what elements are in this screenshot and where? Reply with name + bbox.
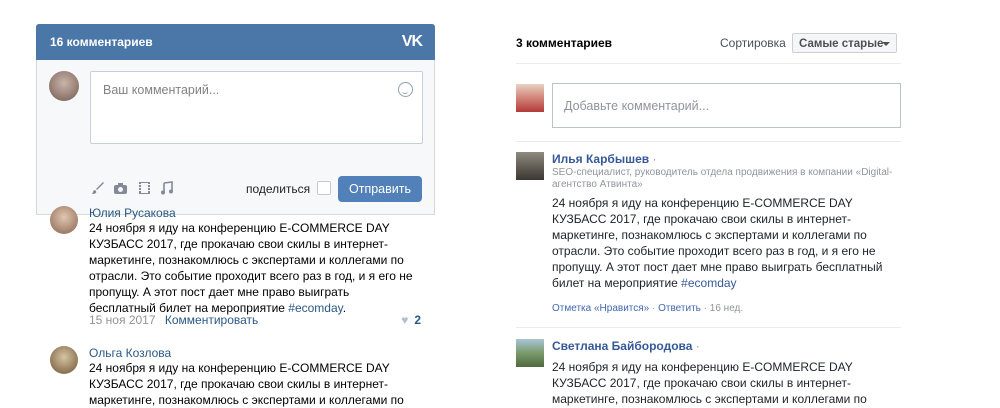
reply-link[interactable]: Комментировать: [165, 313, 258, 327]
avatar[interactable]: [50, 206, 78, 234]
vk-comment-form: Ваш комментарий... поделиться Отправить: [36, 60, 435, 215]
divider: [516, 63, 901, 64]
comment-time[interactable]: 16 нед.: [710, 303, 743, 314]
vk-widget-header: 16 комментариев VK: [36, 24, 435, 60]
vk-logo-icon[interactable]: VK: [402, 33, 423, 51]
share-label: поделиться: [246, 182, 311, 196]
comment-author: Светлана Байбородова ·: [552, 339, 700, 353]
comment-author[interactable]: Ольга Козлова: [89, 346, 171, 360]
avatar[interactable]: [516, 339, 544, 367]
heart-icon: ♥: [401, 313, 409, 327]
avatar[interactable]: [50, 346, 78, 374]
avatar[interactable]: [49, 71, 79, 101]
avatar[interactable]: [516, 152, 544, 180]
sort-value: Самые старые: [799, 38, 884, 50]
video-icon[interactable]: [137, 181, 151, 195]
like-count: 2: [414, 313, 421, 327]
reply-link[interactable]: Ответить: [658, 303, 701, 314]
comment-placeholder: Добавьте комментарий...: [564, 99, 710, 113]
comment-placeholder: Ваш комментарий...: [103, 83, 220, 97]
like-button[interactable]: ♥ 2: [401, 313, 421, 327]
comment-author[interactable]: Юлия Русакова: [89, 206, 176, 220]
comment-text: 24 ноября я иду на конференцию E-COMMERC…: [89, 361, 404, 407]
camera-icon[interactable]: [113, 181, 127, 195]
comments-count: 3 комментариев: [516, 36, 613, 50]
comment-text: 24 ноября я иду на конференцию E-COMMERC…: [89, 221, 413, 315]
share-checkbox[interactable]: [317, 181, 331, 195]
comment-author: Илья Карбышев ·: [552, 152, 657, 166]
like-link[interactable]: Отметка «Нравится»: [552, 303, 649, 314]
music-icon[interactable]: [159, 181, 173, 195]
divider: [516, 327, 901, 328]
author-role: SEO-специалист, руководитель отдела прод…: [552, 167, 893, 190]
vk-comments-widget: 16 комментариев VK Ваш комментарий... по…: [36, 24, 435, 408]
brush-icon[interactable]: [91, 181, 105, 195]
avatar: [516, 84, 544, 112]
send-button[interactable]: Отправить: [338, 176, 422, 202]
comment-text: 24 ноября я иду на конференцию E-COMMERC…: [552, 196, 883, 290]
comment-meta: 15 ноя 2017 Комментировать: [89, 313, 258, 327]
comment-item: Илья Карбышев · SEO-специалист, руководи…: [516, 152, 901, 322]
hashtag-link[interactable]: #ecomday: [288, 301, 342, 315]
comments-count: 16 комментариев: [50, 35, 153, 49]
comment-meta: Отметка «Нравится» · Ответить · 16 нед.: [552, 303, 744, 314]
comment-text: 24 ноября я иду на конференцию E-COMMERC…: [552, 360, 867, 406]
comment-date[interactable]: 15 ноя 2017: [89, 313, 156, 327]
divider: [516, 141, 901, 142]
caret-down-icon: [882, 42, 890, 46]
hashtag-link[interactable]: #ecomday: [681, 276, 736, 290]
emoji-icon[interactable]: [398, 82, 413, 97]
comment-input[interactable]: Ваш комментарий...: [90, 71, 423, 144]
sort-label: Сортировка: [720, 36, 786, 50]
comment-input[interactable]: Добавьте комментарий...: [552, 83, 901, 128]
sort-dropdown[interactable]: Самые старые: [792, 33, 897, 53]
comment-item: Светлана Байбородова · 24 ноября я иду н…: [516, 339, 901, 408]
